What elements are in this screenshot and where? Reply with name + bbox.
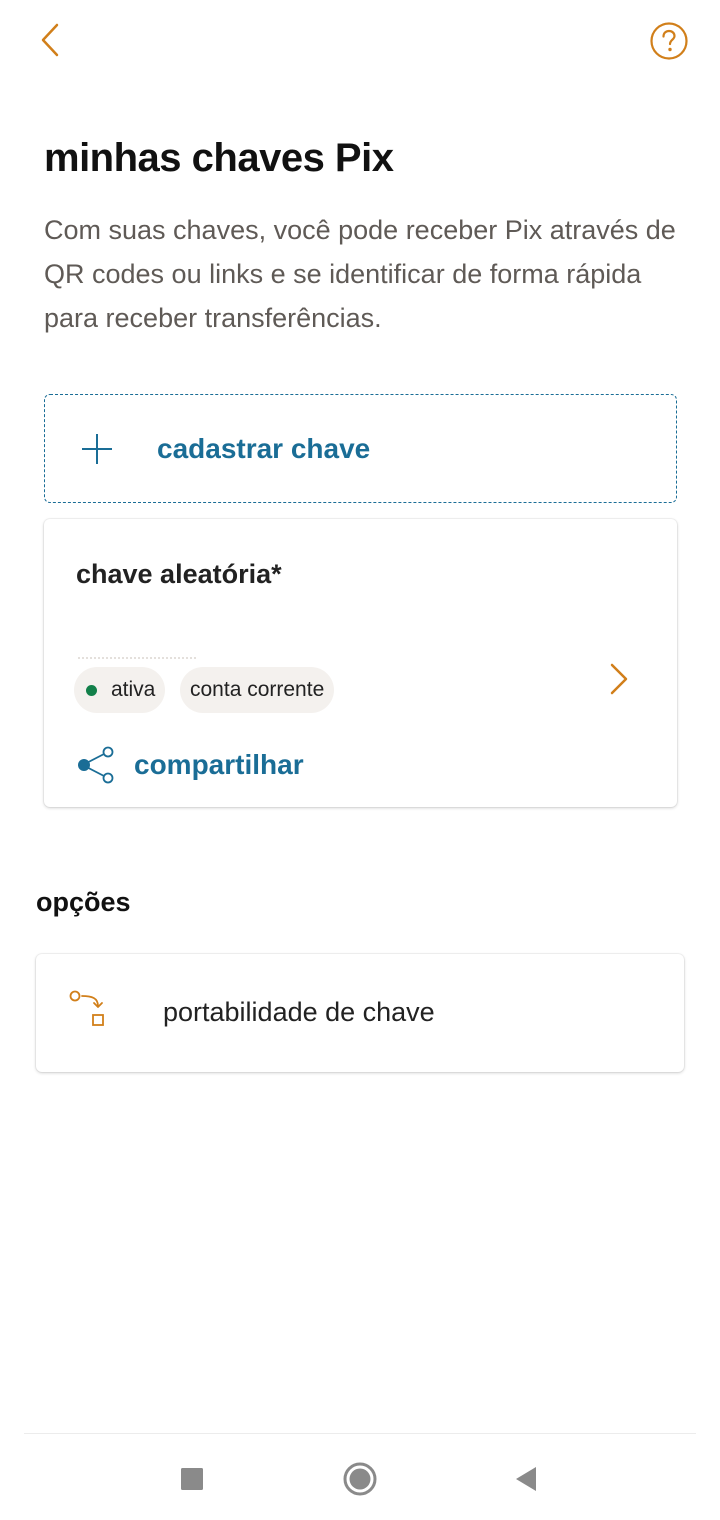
square-icon (181, 1468, 203, 1490)
plus-icon (82, 434, 112, 464)
chevron-left-icon (41, 23, 59, 57)
share-icon (78, 746, 114, 784)
system-nav-bar (24, 1433, 696, 1520)
share-button[interactable]: compartilhar (76, 745, 304, 785)
account-label: conta corrente (190, 678, 325, 701)
help-button[interactable] (648, 20, 690, 62)
key-portability-icon (69, 990, 104, 1026)
option-key-portability[interactable]: portabilidade de chave (36, 954, 684, 1072)
triangle-back-icon (516, 1467, 536, 1491)
account-badge: conta corrente (180, 667, 335, 713)
status-badge: ativa (74, 667, 166, 713)
share-label: compartilhar (134, 749, 304, 780)
add-key-label: cadastrar chave (157, 433, 371, 464)
top-bar (0, 0, 720, 84)
question-circle-icon (650, 22, 688, 60)
recents-button[interactable] (175, 1462, 209, 1496)
page-description: Com suas chaves, você pode receber Pix a… (44, 215, 676, 333)
add-key-button[interactable]: cadastrar chave (44, 394, 677, 503)
key-card[interactable]: chave aleatória* ativa conta corrente co… (44, 519, 677, 807)
key-type-title: chave aleatória* (76, 559, 282, 589)
status-label: ativa (111, 678, 156, 701)
chevron-right-icon[interactable] (604, 659, 634, 699)
page-title: minhas chaves Pix (44, 136, 394, 180)
home-button[interactable] (343, 1462, 377, 1496)
options-section-title: opções (36, 887, 131, 917)
circle-icon (343, 1462, 377, 1496)
back-button[interactable] (30, 20, 70, 60)
status-dot-icon (86, 684, 97, 696)
option-label: portabilidade de chave (163, 997, 435, 1027)
key-value-masked (78, 657, 196, 661)
system-back-button[interactable] (509, 1462, 543, 1496)
